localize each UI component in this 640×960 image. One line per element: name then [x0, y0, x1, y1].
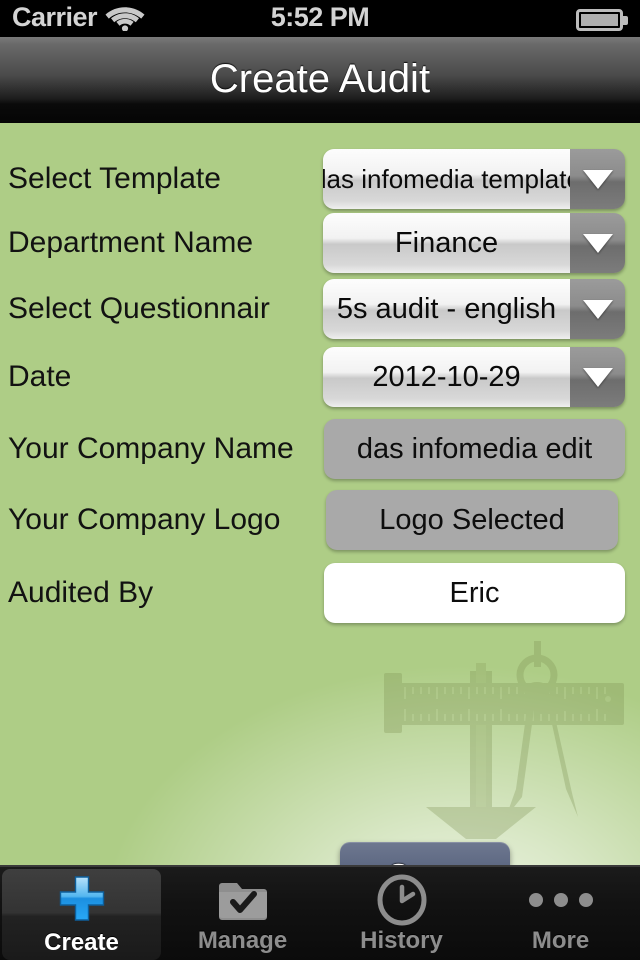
tab-create[interactable]: Create — [2, 869, 161, 960]
folder-check-icon — [216, 875, 270, 925]
battery-icon — [576, 9, 628, 31]
tab-label-history: History — [360, 927, 443, 954]
value-company-logo: Logo Selected — [379, 503, 565, 536]
label-date: Date — [8, 360, 72, 393]
battery-fill — [581, 14, 618, 26]
form-content: Select Template das infomedia template D… — [0, 123, 640, 865]
clock-icon — [376, 874, 428, 926]
dropdown-select-template[interactable]: das infomedia template — [323, 149, 625, 209]
tab-more[interactable]: More — [481, 867, 640, 960]
label-select-template: Select Template — [8, 162, 221, 195]
chevron-down-icon — [582, 367, 613, 387]
app-screen: Carrier 5:52 PM Create Audit Select Temp… — [0, 0, 640, 960]
form-row-department-name: Department Name Finance — [0, 213, 640, 273]
tab-label-manage: Manage — [197, 927, 288, 954]
chevron-down-icon — [582, 233, 613, 253]
dropdown-value-date: 2012-10-29 — [372, 360, 521, 393]
save-button[interactable]: Save — [340, 842, 510, 865]
value-company-name: das infomedia edit — [356, 432, 593, 465]
drafting-compass-ruler-watermark — [384, 641, 624, 839]
form-row-audited-by: Audited By Eric — [0, 563, 640, 623]
dropdown-value-department-name: Finance — [394, 226, 499, 259]
status-bar-clock: 5:52 PM — [270, 2, 370, 32]
save-button-label: Save — [387, 857, 462, 866]
form-row-company-logo: Your Company Logo Logo Selected — [0, 490, 640, 550]
plus-icon — [54, 876, 110, 927]
dropdown-body: das infomedia template — [323, 149, 581, 209]
label-company-name: Your Company Name — [8, 432, 294, 465]
value-audited-by: Eric — [449, 576, 500, 609]
form-row-date: Date 2012-10-29 — [0, 347, 640, 407]
tab-label-create: Create — [44, 929, 119, 956]
page-title: Create Audit — [209, 57, 431, 101]
tab-bar: Create Manage History More — [0, 865, 640, 960]
tab-manage[interactable]: Manage — [163, 867, 322, 960]
chevron-down-icon — [582, 169, 613, 189]
dropdown-body: 2012-10-29 — [323, 347, 570, 407]
dropdown-body: Finance — [323, 213, 570, 273]
button-company-logo[interactable]: Logo Selected — [326, 490, 618, 550]
dropdown-arrow-button[interactable] — [570, 149, 625, 209]
label-audited-by: Audited By — [8, 576, 154, 609]
dropdown-department-name[interactable]: Finance — [323, 213, 625, 273]
navigation-bar: Create Audit — [0, 37, 640, 123]
battery-nub — [623, 16, 628, 25]
dropdown-arrow-button[interactable] — [570, 279, 625, 339]
label-select-questionnair: Select Questionnair — [8, 292, 270, 325]
tab-label-more: More — [531, 927, 590, 954]
label-company-logo: Your Company Logo — [8, 503, 281, 536]
dropdown-arrow-button[interactable] — [570, 347, 625, 407]
dropdown-select-questionnair[interactable]: 5s audit - english — [323, 279, 625, 339]
status-bar: Carrier 5:52 PM — [0, 0, 640, 37]
label-department-name: Department Name — [8, 226, 254, 259]
tab-history[interactable]: History — [322, 867, 481, 960]
dropdown-body: 5s audit - english — [323, 279, 570, 339]
dropdown-date[interactable]: 2012-10-29 — [323, 347, 625, 407]
input-audited-by[interactable]: Eric — [324, 563, 625, 623]
dropdown-value-select-template: das infomedia template — [323, 163, 581, 194]
form-row-select-template: Select Template das infomedia template — [0, 149, 640, 209]
dropdown-value-select-questionnair: 5s audit - english — [336, 292, 557, 325]
form-row-select-questionnair: Select Questionnair 5s audit - english — [0, 279, 640, 339]
dropdown-arrow-button[interactable] — [570, 213, 625, 273]
input-company-name[interactable]: das infomedia edit — [324, 419, 625, 479]
form-row-company-name: Your Company Name das infomedia edit — [0, 419, 640, 479]
ellipsis-icon — [528, 875, 593, 925]
chevron-down-icon — [582, 299, 613, 319]
